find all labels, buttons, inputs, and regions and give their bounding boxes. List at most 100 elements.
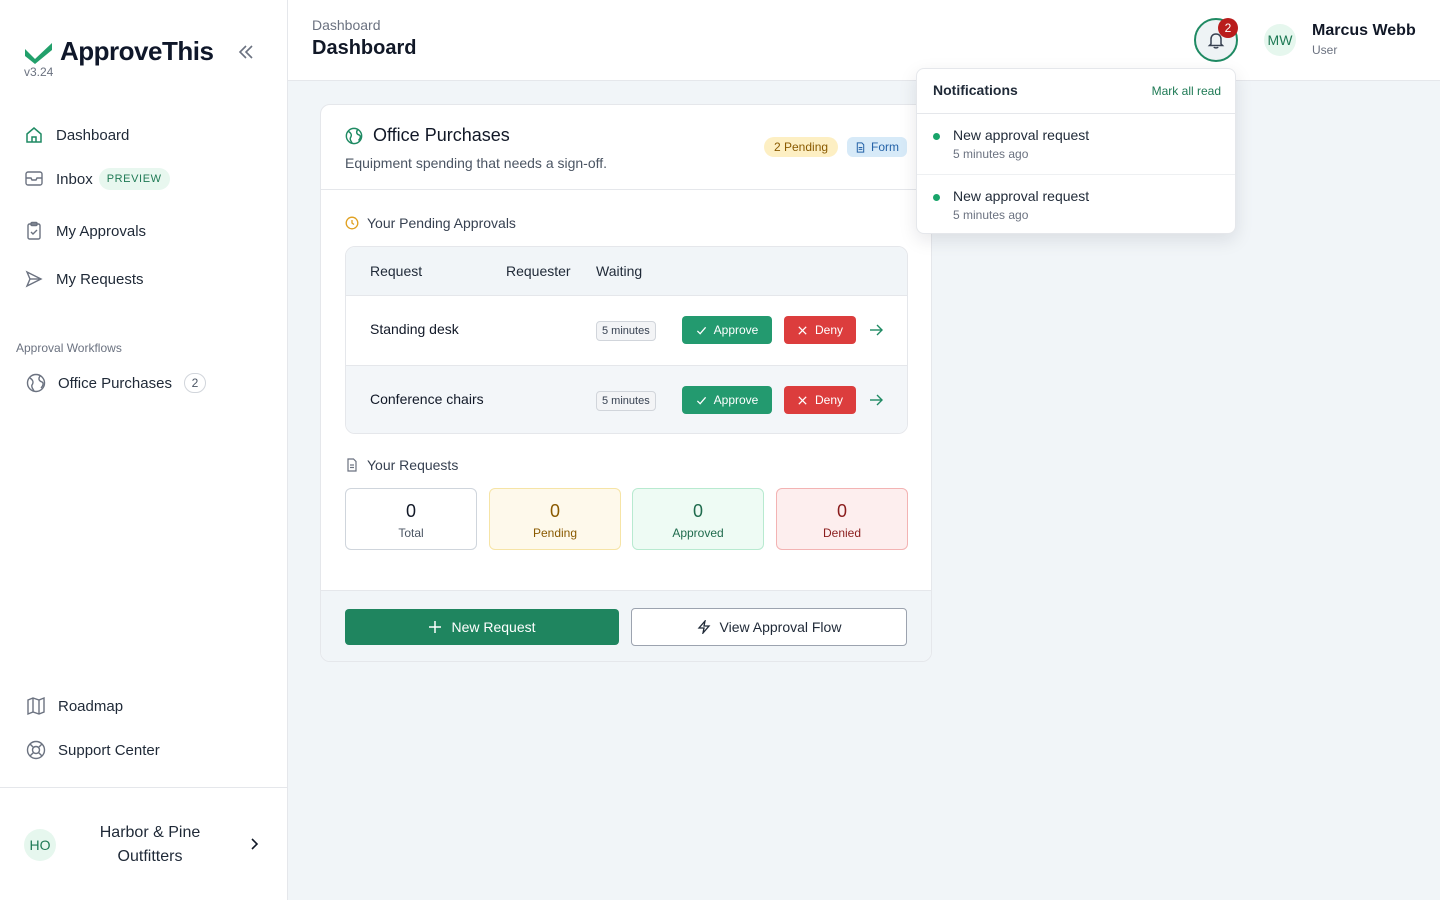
breadcrumb[interactable]: Dashboard — [312, 17, 381, 33]
clock-icon — [345, 216, 359, 230]
stat-approved[interactable]: 0 Approved — [632, 488, 764, 550]
map-icon — [27, 696, 45, 716]
sidebar-item-label: Support Center — [58, 741, 160, 759]
stat-pending[interactable]: 0 Pending — [489, 488, 621, 550]
notification-time: 5 minutes ago — [953, 147, 1029, 161]
approve-button[interactable]: Approve — [682, 316, 772, 344]
page-title: Dashboard — [312, 37, 417, 59]
workflow-subtitle: Equipment spending that needs a sign-off… — [345, 155, 608, 171]
table-row[interactable]: Standing desk 5 minutes Approve Deny — [346, 296, 907, 365]
clipboard-icon — [27, 221, 41, 240]
deny-label: Deny — [814, 323, 843, 337]
plus-icon — [429, 621, 442, 633]
new-request-label: New Request — [451, 619, 536, 635]
request-name: Standing desk — [370, 321, 459, 337]
stat-label: Approved — [672, 526, 724, 540]
app-logo[interactable]: ApproveThis — [24, 36, 214, 67]
sidebar-item-office-purchases[interactable]: Office Purchases 2 — [26, 373, 206, 393]
app-name: ApproveThis — [60, 36, 214, 66]
form-badge[interactable]: Form — [847, 137, 907, 157]
arrow-right-icon[interactable] — [868, 322, 884, 338]
workflow-card-footer: New Request View Approval Flow — [321, 590, 931, 661]
request-name: Conference chairs — [370, 391, 484, 407]
deny-button[interactable]: Deny — [784, 386, 856, 414]
workflow-card-header: Office Purchases Equipment spending that… — [321, 105, 931, 190]
mark-all-read-link[interactable]: Mark all read — [1152, 84, 1221, 98]
notifications-title: Notifications — [933, 82, 1018, 98]
waiting-time: 5 minutes — [596, 321, 656, 341]
stat-label: Denied — [822, 526, 862, 540]
pending-approvals-heading: Your Pending Approvals — [345, 215, 516, 231]
notification-item[interactable]: New approval request 5 minutes ago — [917, 174, 1235, 233]
column-header-request: Request — [370, 263, 423, 279]
sidebar-item-dashboard[interactable]: Dashboard — [24, 125, 129, 145]
pending-approvals-table: Request Requester Waiting Standing desk … — [345, 246, 908, 434]
notifications-header: Notifications Mark all read — [917, 69, 1235, 114]
preview-badge: PREVIEW — [98, 168, 170, 190]
notification-time: 5 minutes ago — [953, 208, 1029, 222]
collapse-sidebar-icon[interactable] — [236, 42, 256, 62]
top-bar: Dashboard Dashboard 2 MW Marcus Webb Use… — [288, 0, 1440, 81]
lightning-icon — [697, 620, 710, 634]
view-flow-label: View Approval Flow — [719, 619, 842, 635]
sidebar-item-label: Office Purchases — [58, 374, 172, 392]
lifebuoy-icon — [26, 740, 46, 760]
notification-text: New approval request — [953, 127, 1090, 143]
check-icon — [696, 396, 706, 405]
home-icon — [26, 127, 42, 143]
sidebar-item-roadmap[interactable]: Roadmap — [26, 696, 123, 716]
checkmark-logo-icon — [25, 42, 52, 64]
inbox-icon — [25, 171, 43, 186]
deny-label: Deny — [814, 393, 843, 407]
user-avatar[interactable]: MW — [1264, 24, 1296, 56]
sidebar-item-label: Roadmap — [58, 697, 124, 715]
stat-denied[interactable]: 0 Denied — [776, 488, 908, 550]
approve-button[interactable]: Approve — [682, 386, 772, 414]
your-requests-heading: Your Requests — [345, 457, 458, 473]
chevron-right-icon[interactable] — [246, 836, 262, 852]
approve-label: Approve — [713, 323, 759, 337]
org-name: Harbor & Pine Outfitters — [99, 824, 201, 865]
arrow-right-icon[interactable] — [868, 392, 884, 408]
workflow-count-badge: 2 — [183, 373, 206, 393]
sidebar-item-inbox[interactable]: Inbox PREVIEW — [24, 168, 170, 190]
document-icon — [856, 141, 865, 153]
pending-count-badge: 2 Pending — [764, 137, 839, 157]
unread-dot — [933, 194, 940, 201]
sidebar-item-label: Dashboard — [56, 126, 130, 144]
sidebar-item-my-approvals[interactable]: My Approvals — [24, 221, 146, 241]
stat-value: 0 — [692, 501, 703, 521]
user-name[interactable]: Marcus Webb — [1312, 22, 1416, 40]
app-version: v3.24 — [24, 65, 54, 79]
send-icon — [25, 270, 43, 288]
workflow-card: Office Purchases Equipment spending that… — [320, 104, 932, 662]
sidebar-item-label: My Requests — [56, 270, 144, 288]
close-icon — [798, 395, 807, 405]
deny-button[interactable]: Deny — [784, 316, 856, 344]
sidebar-item-my-requests[interactable]: My Requests — [24, 269, 144, 289]
stat-value: 0 — [836, 501, 847, 521]
sidebar-item-label: Inbox — [56, 170, 93, 188]
notification-item[interactable]: New approval request 5 minutes ago — [917, 114, 1235, 175]
globe-icon — [345, 127, 363, 145]
stat-label: Total — [398, 526, 424, 540]
close-icon — [798, 325, 807, 335]
stat-total[interactable]: 0 Total — [345, 488, 477, 550]
notifications-dropdown: Notifications Mark all read New approval… — [916, 68, 1236, 234]
column-header-requester: Requester — [506, 263, 571, 279]
unread-dot — [933, 133, 940, 140]
stat-value: 0 — [549, 501, 560, 521]
notification-text: New approval request — [953, 188, 1090, 204]
sidebar-item-support-center[interactable]: Support Center — [26, 740, 160, 760]
user-role: User — [1312, 43, 1338, 57]
organization-switcher[interactable]: HO Harbor & Pine Outfitters — [0, 787, 288, 900]
view-approval-flow-button[interactable]: View Approval Flow — [631, 608, 907, 646]
workflow-title[interactable]: Office Purchases — [373, 125, 510, 146]
column-header-waiting: Waiting — [596, 263, 643, 279]
table-row[interactable]: Conference chairs 5 minutes Approve Deny — [346, 365, 907, 433]
org-avatar: HO — [24, 829, 56, 861]
sidebar-item-label: My Approvals — [56, 222, 147, 240]
new-request-button[interactable]: New Request — [345, 609, 619, 645]
sidebar: ApproveThis v3.24 Dashboard Inbox PREVIE… — [0, 0, 288, 900]
notification-count-badge: 2 — [1218, 18, 1238, 38]
